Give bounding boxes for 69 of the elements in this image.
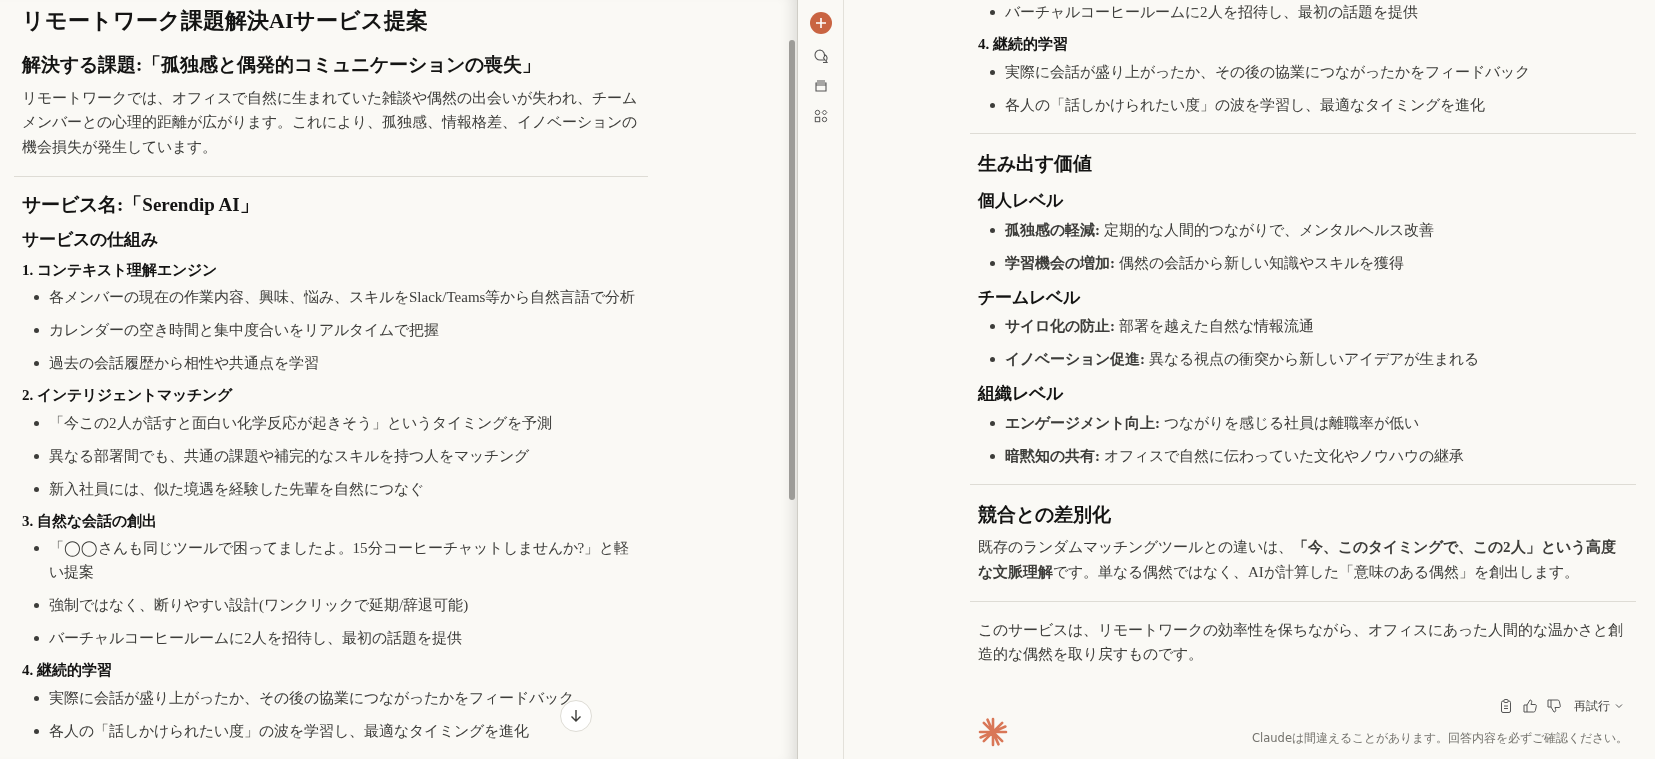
bullet-icon (990, 102, 995, 108)
bullet-icon (34, 453, 39, 459)
bullet-item: 実際に会話が盛り上がったか、その後の協業につながったかをフィードバック (1005, 62, 1530, 82)
bullet-icon (34, 603, 39, 609)
down-arrow-icon (569, 709, 583, 723)
bullet-icon (34, 636, 39, 642)
bullet-item: 各人の「話しかけられたい度」の波を学習し、最適なタイミングを進化 (49, 721, 529, 741)
bullet-icon (34, 361, 39, 367)
section-heading: 個人レベル (978, 190, 1065, 212)
bullet-item: 孤独感の軽減: 定期的な人間的つながりで、メンタルヘルス改善 (1005, 220, 1434, 240)
bullet-item: 「◯◯さんも同じツールで困ってましたよ。15分コーヒーチャットしませんか?」と軽い提案 (49, 539, 631, 583)
bullet-item: 各メンバーの現在の作業内容、興味、悩み、スキルをSlack/Teams等から自然言語で分析 (49, 288, 636, 308)
bullet-item: 強制ではなく、断りやすい設計(ワンクリックで延期/辞退可能) (49, 596, 469, 616)
chevron-down-icon (1614, 701, 1624, 711)
bullet-item: 新入社員には、似た境遇を経験した先輩を自然につなぐ (49, 479, 424, 499)
bullet-item: エンゲージメント向上: つながりを感じる社員は離職率が低い (1005, 413, 1419, 433)
bullet-item: サイロ化の防止: 部署を越えた自然な情報流通 (1005, 317, 1314, 336)
bullet-icon (990, 69, 995, 75)
bullet-icon (34, 546, 39, 552)
bullet-item: 暗黙知の共有: オフィスで自然に伝わっていた文化やノウハウの継承 (1005, 446, 1464, 466)
section-heading: 組織レベル (978, 383, 1065, 405)
bullet-icon (990, 10, 995, 15)
section-heading: サービス名:「Serendip AI」 (22, 192, 260, 217)
bullet-icon (34, 728, 39, 734)
bullet-item: バーチャルコーヒールームに2人を招待し、最初の話題を提供 (49, 629, 462, 649)
bullet-icon (34, 420, 39, 426)
bullet-icon (34, 295, 39, 301)
subsection-heading: 3. 自然な会話の創出 (22, 511, 158, 531)
subsection-heading: 2. インテリジェントマッチング (22, 386, 234, 406)
bullet-item: 異なる部署間でも、共通の課題や補完的なスキルを持つ人をマッチング (49, 446, 529, 466)
retry-button[interactable]: 再試行 (1570, 695, 1628, 717)
section-heading: チームレベル (978, 286, 1082, 309)
bullet-item: 「今この2人が話すと面白い化学反応が起きそう」というタイミングを予測 (49, 413, 552, 433)
bullet-item: 各人の「話しかけられたい度」の波を学習し、最適なタイミングを進化 (1005, 95, 1485, 115)
bullet-item: イノベーション促進: 異なる視点の衝突から新しいアイデアが生まれる (1005, 350, 1479, 369)
section-heading: 生み出す価値 (978, 151, 1093, 176)
plus-icon (814, 17, 827, 29)
thumbs-up-icon[interactable] (1522, 698, 1538, 714)
bullet-icon (990, 420, 995, 426)
section-heading: 競合との差別化 (978, 502, 1112, 527)
new-chat-button[interactable] (809, 12, 832, 34)
bullet-icon (990, 453, 995, 459)
bullet-icon (990, 227, 995, 233)
disclaimer-text: Claudeは間違えることがあります。回答内容を必ずご確認ください。 (1252, 729, 1628, 747)
subsection-heading: 4. 継続的学習 (978, 35, 1069, 54)
bullet-item: 実際に会話が盛り上がったか、その後の協業につながったかをフィードバック (49, 688, 574, 708)
bullet-item: バーチャルコーヒールームに2人を招待し、最初の話題を提供 (1005, 3, 1418, 22)
bullet-icon (990, 324, 995, 329)
bullet-icon (34, 695, 39, 701)
scrollbar[interactable] (789, 40, 795, 500)
copy-icon[interactable] (1498, 698, 1514, 714)
starburst-logo-icon (978, 717, 1008, 747)
paragraph: リモートワークでは、オフィスで自然に生まれていた雑談や偶然の出会いが失われ、チームメンバーとの心理的距離が広がります。これにより、孤独感、情報格差、イノベーションの機会損失が発生しています。 (22, 88, 638, 157)
bullet-item: 過去の会話履歴から相性や共通点を学習 (49, 354, 319, 374)
bullet-icon (34, 328, 39, 334)
subsection-heading: 4. 継続的学習 (22, 661, 113, 681)
paragraph: 既存のランダムマッチングツールとの違いは、「今、このタイミングで、この2人」という高度な文脈理解です。単なる偶然ではなく、AIが計算した「意味のある偶然」を創出します。 (978, 538, 1617, 582)
chats-icon[interactable] (812, 48, 829, 64)
page-title: リモートワーク課題解決AIサービス提案 (22, 7, 430, 35)
bullet-icon (990, 357, 995, 362)
bullet-item: カレンダーの空き時間と集中度合いをリアルタイムで把握 (49, 321, 439, 341)
section-heading: サービスの仕組み (22, 229, 159, 252)
bullet-icon (990, 260, 995, 266)
thumbs-down-icon[interactable] (1546, 698, 1562, 714)
bullet-icon (34, 486, 39, 492)
subsection-heading: 1. コンテキスト理解エンジン (22, 260, 218, 280)
section-heading: 解決する課題:「孤独感と偶発的コミュニケーションの喪失」 (22, 53, 543, 77)
bullet-item: 学習機会の増加: 偶然の会話から新しい知識やスキルを獲得 (1005, 253, 1404, 273)
paragraph: このサービスは、リモートワークの効率性を保ちながら、オフィスにあった人間的な温かさと創造的な偶然を取り戻すものです。 (978, 620, 1624, 665)
